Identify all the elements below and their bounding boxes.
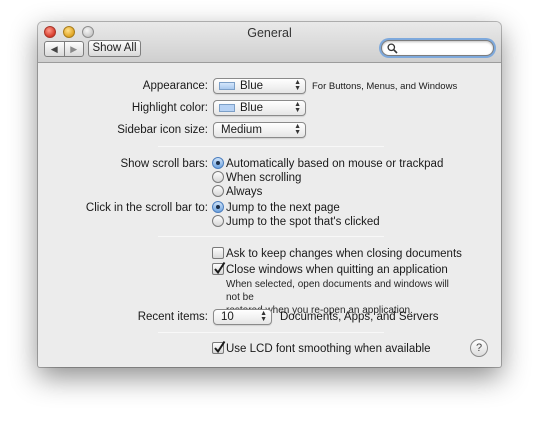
highlight-color-popup[interactable]: Blue ▲ ▼	[213, 100, 306, 116]
scroll-bars-always-label[interactable]: Always	[226, 186, 262, 198]
scroll-bars-when-scrolling-radio[interactable]	[212, 171, 224, 183]
jump-to-spot-radio[interactable]	[212, 215, 224, 227]
ask-keep-changes-checkbox[interactable]	[212, 247, 224, 259]
search-field[interactable]	[381, 40, 494, 56]
recent-items-suffix: Documents, Apps, and Servers	[280, 311, 439, 323]
forward-button[interactable]: ▶	[63, 42, 84, 56]
popup-arrows-icon: ▲ ▼	[294, 101, 301, 114]
sidebar-icon-size-value: Medium	[221, 124, 262, 136]
jump-next-page-radio[interactable]	[212, 201, 224, 213]
sidebar-icon-size-popup[interactable]: Medium ▲ ▼	[213, 122, 306, 138]
highlight-color-value: Blue	[240, 102, 264, 114]
recent-items-value: 10	[221, 311, 234, 323]
appearance-note: For Buttons, Menus, and Windows	[312, 81, 458, 92]
click-scroll-bar-label: Click in the scroll bar to:	[85, 202, 208, 214]
sidebar-icon-size-label: Sidebar icon size:	[117, 124, 208, 136]
scroll-bars-automatic-radio[interactable]	[212, 157, 224, 169]
popup-arrows-icon: ▲ ▼	[260, 310, 267, 323]
back-arrow-icon: ◀	[50, 43, 58, 54]
jump-to-spot-label[interactable]: Jump to the spot that's clicked	[226, 216, 380, 228]
appearance-popup[interactable]: Blue ▲ ▼	[213, 78, 306, 94]
separator	[158, 146, 384, 147]
forward-arrow-icon: ▶	[70, 43, 78, 54]
checkmark-icon	[214, 261, 226, 275]
close-windows-checkbox[interactable]	[212, 261, 226, 275]
back-button[interactable]: ◀	[45, 42, 64, 56]
jump-next-page-label[interactable]: Jump to the next page	[226, 202, 340, 214]
separator	[158, 236, 384, 237]
appearance-swatch	[219, 82, 235, 90]
window-title: General	[247, 26, 292, 40]
recent-items-label: Recent items:	[137, 311, 208, 323]
help-icon: ?	[475, 342, 483, 354]
close-windows-note-line1: When selected, open documents and window…	[226, 279, 449, 303]
lcd-smoothing-checkbox[interactable]	[212, 340, 226, 354]
scroll-bars-when-scrolling-label[interactable]: When scrolling	[226, 172, 301, 184]
show-all-button[interactable]: Show All	[88, 40, 141, 57]
checkmark-icon	[214, 340, 226, 354]
appearance-label: Appearance:	[142, 80, 208, 92]
help-button[interactable]: ?	[470, 339, 488, 357]
titlebar: General ◀ ▶ Show All	[38, 22, 501, 63]
ask-keep-changes-label[interactable]: Ask to keep changes when closing documen…	[226, 248, 462, 260]
preferences-window: General ◀ ▶ Show All Appearance: Blue ▲ ▼…	[38, 22, 501, 367]
show-scroll-bars-label: Show scroll bars:	[120, 158, 208, 170]
popup-arrows-icon: ▲ ▼	[294, 123, 301, 136]
close-windows-label[interactable]: Close windows when quitting an applicati…	[226, 264, 448, 276]
separator	[158, 332, 384, 333]
search-icon	[387, 43, 398, 54]
appearance-value: Blue	[240, 80, 264, 92]
back-forward-control: ◀ ▶	[44, 41, 84, 57]
scroll-bars-always-radio[interactable]	[212, 185, 224, 197]
scroll-bars-automatic-label[interactable]: Automatically based on mouse or trackpad	[226, 158, 443, 170]
lcd-smoothing-label[interactable]: Use LCD font smoothing when available	[226, 343, 431, 355]
highlight-color-label: Highlight color:	[131, 102, 208, 114]
highlight-color-swatch	[219, 104, 235, 112]
recent-items-popup[interactable]: 10 ▲ ▼	[213, 309, 272, 325]
popup-arrows-icon: ▲ ▼	[294, 79, 301, 92]
